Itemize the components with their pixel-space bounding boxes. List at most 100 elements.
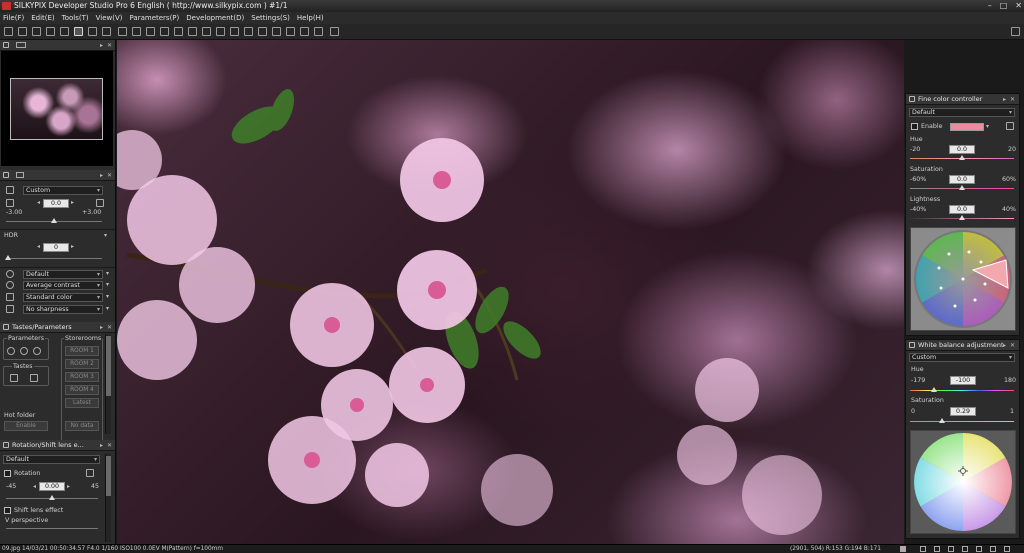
- gear-icon[interactable]: [3, 324, 9, 330]
- v-perspective-slider-track[interactable]: [6, 528, 98, 529]
- wb-hue-track[interactable]: [910, 390, 1014, 391]
- menu-tools[interactable]: Tools(T): [62, 12, 89, 24]
- rotation-checkbox[interactable]: [4, 470, 11, 477]
- fine-hue-thumb[interactable]: [959, 155, 965, 160]
- close-icon[interactable]: ✕: [1015, 1, 1022, 11]
- menu-view[interactable]: View(V): [96, 12, 123, 24]
- rotation-icon[interactable]: [3, 442, 9, 448]
- panel-controls-icon[interactable]: ▸ ✕: [100, 40, 113, 51]
- redo-icon[interactable]: [32, 27, 41, 36]
- parameter-paste-icon[interactable]: [20, 347, 28, 355]
- hdr-slider-thumb[interactable]: [5, 255, 11, 260]
- room-1-button[interactable]: ROOM 1: [65, 346, 99, 356]
- wb-color-wheel[interactable]: [911, 431, 1015, 533]
- crop-icon[interactable]: [160, 27, 169, 36]
- before-after-icon[interactable]: [990, 546, 996, 552]
- hdr-slider-track[interactable]: [6, 258, 102, 259]
- chevron-down-icon[interactable]: ▾: [104, 232, 107, 239]
- rotate-left-icon[interactable]: [230, 27, 239, 36]
- latest-button[interactable]: Latest: [65, 398, 99, 408]
- navigator[interactable]: [1, 51, 113, 166]
- rotation-scrollbar[interactable]: [105, 454, 111, 542]
- palette-tab-icon[interactable]: [16, 172, 24, 178]
- hot-folder-enable-button[interactable]: Enable: [4, 421, 48, 431]
- rotate-icon[interactable]: [174, 27, 183, 36]
- tag-icon[interactable]: [272, 27, 281, 36]
- loupe-icon[interactable]: [976, 546, 982, 552]
- taste-apply-icon[interactable]: [10, 374, 18, 382]
- rotation-slider-thumb[interactable]: [49, 495, 55, 500]
- zoom-fit-icon[interactable]: [934, 546, 940, 552]
- decrease-arrow-icon[interactable]: ◂: [37, 243, 40, 250]
- chevron-down-icon[interactable]: ▾: [986, 123, 989, 130]
- back-icon[interactable]: [118, 27, 127, 36]
- decrease-arrow-icon[interactable]: ◂: [33, 483, 36, 490]
- contrast-select[interactable]: Average contrast: [23, 281, 103, 290]
- color-icon[interactable]: [909, 96, 915, 102]
- develop-icon[interactable]: [300, 27, 309, 36]
- panel-controls-icon[interactable]: ▸ ✕: [1003, 94, 1016, 105]
- histogram-icon[interactable]: [920, 546, 926, 552]
- menu-settings[interactable]: Settings(S): [251, 12, 290, 24]
- chevron-down-icon[interactable]: ▾: [106, 293, 109, 300]
- expand-icon[interactable]: [1011, 27, 1020, 36]
- room-3-button[interactable]: ROOM 3: [65, 372, 99, 382]
- undo-icon[interactable]: [18, 27, 27, 36]
- thumbnail-view-icon[interactable]: [46, 27, 55, 36]
- increase-arrow-icon[interactable]: ▸: [67, 483, 70, 490]
- fine-color-wheel[interactable]: [911, 228, 1015, 330]
- sharpness-select[interactable]: No sharpness: [23, 305, 103, 314]
- chevron-down-icon[interactable]: ▾: [106, 270, 109, 277]
- fine-color-preset-select[interactable]: Default: [909, 108, 1015, 117]
- monitor-icon[interactable]: [330, 27, 339, 36]
- print-icon[interactable]: [286, 27, 295, 36]
- star-icon[interactable]: [314, 27, 323, 36]
- menu-help[interactable]: Help(H): [297, 12, 324, 24]
- grid-icon[interactable]: [146, 27, 155, 36]
- exposure-slider-thumb[interactable]: [51, 218, 57, 223]
- full-screen-icon[interactable]: [88, 27, 97, 36]
- eyedropper-icon[interactable]: [188, 27, 197, 36]
- exposure-value-field[interactable]: 0.0: [43, 199, 69, 208]
- navigator-tab-icon[interactable]: [16, 42, 26, 48]
- fine-lightness-thumb[interactable]: [959, 215, 965, 220]
- menu-parameters[interactable]: Parameters(P): [130, 12, 180, 24]
- compare-icon[interactable]: [962, 546, 968, 552]
- wb-hue-thumb[interactable]: [931, 387, 937, 392]
- panel-controls-icon[interactable]: ▸ ✕: [100, 322, 113, 333]
- wb-saturation-thumb[interactable]: [939, 418, 945, 423]
- forward-icon[interactable]: [132, 27, 141, 36]
- parameter-copy-icon[interactable]: [7, 347, 15, 355]
- fine-color-enable-checkbox[interactable]: [911, 123, 918, 130]
- minimize-icon[interactable]: –: [988, 1, 992, 11]
- brush-icon[interactable]: [4, 27, 13, 36]
- zoom-100-icon[interactable]: [948, 546, 954, 552]
- no-data-button[interactable]: No data: [65, 421, 99, 431]
- wb-saturation-track[interactable]: [910, 421, 1014, 422]
- warning-icon[interactable]: [102, 27, 111, 36]
- fine-saturation-field[interactable]: 0.0: [949, 175, 975, 184]
- maximize-icon[interactable]: □: [1000, 1, 1008, 11]
- eyedropper-icon[interactable]: [1006, 122, 1014, 130]
- fine-saturation-thumb[interactable]: [959, 185, 965, 190]
- menu-edit[interactable]: Edit(E): [31, 12, 54, 24]
- rotation-preset-select[interactable]: Default: [3, 455, 100, 464]
- pen-icon[interactable]: [202, 27, 211, 36]
- increase-arrow-icon[interactable]: ▸: [71, 243, 74, 250]
- navigator-thumbnail[interactable]: [10, 78, 103, 140]
- chevron-down-icon[interactable]: ▾: [106, 305, 109, 312]
- fine-color-swatch[interactable]: [950, 123, 984, 131]
- tastes-scrollbar[interactable]: [105, 334, 111, 434]
- rotate-right-icon[interactable]: [244, 27, 253, 36]
- rotation-value-field[interactable]: 0.00: [39, 482, 65, 491]
- panel-controls-icon[interactable]: ▸ ✕: [1003, 340, 1016, 351]
- chat-icon[interactable]: [3, 172, 9, 178]
- white-balance-icon[interactable]: [909, 342, 915, 348]
- white-balance-select[interactable]: Default: [23, 270, 103, 279]
- preview-view-icon[interactable]: [74, 27, 83, 36]
- decrease-arrow-icon[interactable]: ◂: [37, 199, 40, 206]
- check-mark-icon[interactable]: [258, 27, 267, 36]
- scrollbar-thumb[interactable]: [106, 456, 111, 496]
- wb-hue-field[interactable]: -100: [950, 376, 976, 385]
- increase-arrow-icon[interactable]: ▸: [71, 199, 74, 206]
